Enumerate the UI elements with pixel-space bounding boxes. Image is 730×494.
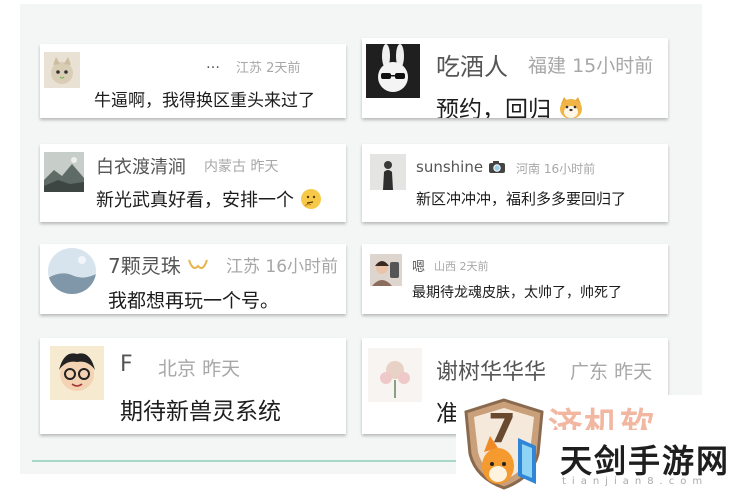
commenter-name[interactable]: 吃酒人 [436, 53, 508, 81]
comment-text: 我都想再玩一个号。 [108, 290, 280, 312]
comment-location: 河南 [516, 162, 541, 176]
shiba-emoji-icon [558, 96, 584, 118]
comment-text: 预约，回归 [436, 97, 551, 118]
comment-text: 新光武真好看，安排一个 [96, 190, 294, 211]
comment-time: 2天前 [266, 61, 301, 76]
comment-card[interactable]: sunshine 河南 16小时前 新区冲冲冲，福利多多要回归了 [362, 144, 668, 222]
ribbon-icon [187, 255, 209, 271]
comment-text: 牛逼啊，我得换区重头来过了 [94, 91, 315, 111]
comment-location: 北京 [158, 358, 197, 380]
landscape-avatar-icon[interactable] [44, 152, 84, 192]
comment-time: 昨天 [250, 159, 279, 175]
divider [32, 460, 462, 462]
comment-text-row: 新光武真好看，安排一个 [96, 186, 322, 212]
comment-time: 昨天 [614, 361, 653, 383]
comment-card[interactable]: 白衣渡清涧 内蒙古 昨天 新光武真好看，安排一个 [40, 144, 346, 222]
thinking-emoji-icon [300, 188, 322, 210]
commenter-name[interactable]: F [120, 352, 133, 377]
commenter-name[interactable]: 白衣渡清涧 [96, 157, 186, 178]
comment-text: 新区冲冲冲，福利多多要回归了 [416, 190, 627, 208]
comment-time: 15小时前 [572, 55, 654, 77]
comment-location: 江苏 [236, 61, 263, 76]
comment-card[interactable]: … 江苏 2天前 牛逼啊，我得换区重头来过了 [40, 44, 346, 118]
comment-card[interactable]: F 北京 昨天 期待新兽灵系统 [40, 338, 346, 434]
rabbit-sunglasses-avatar-icon[interactable] [366, 44, 420, 98]
comment-location: 广东 [570, 361, 609, 383]
fox-mascot-icon [478, 432, 550, 490]
commenter-name[interactable]: sunshine [416, 158, 483, 176]
comment-time: 16小时前 [265, 257, 339, 277]
comment-location: 福建 [528, 55, 567, 77]
comment-text-row: 预约，回归 [436, 90, 584, 118]
comment-location: 山西 [434, 260, 456, 273]
commenter-name[interactable]: 谢树华华华 [436, 360, 546, 385]
commenter-name[interactable]: 7颗灵珠 [108, 254, 181, 278]
comment-location: 内蒙古 [204, 159, 246, 175]
comment-text: 期待新兽灵系统 [120, 399, 281, 425]
watermark-url: tianjian8.com [562, 476, 709, 487]
comment-text: 最期待龙魂皮肤，太帅了，帅死了 [412, 285, 622, 301]
commenter-name[interactable]: … [206, 56, 220, 72]
comment-time: 16小时前 [543, 162, 596, 176]
person-avatar-icon[interactable] [370, 154, 406, 190]
commenter-name[interactable]: 嗯 [412, 260, 425, 275]
comment-card[interactable]: 7颗灵珠 江苏 16小时前 我都想再玩一个号。 [40, 244, 346, 314]
sky-avatar-icon[interactable] [48, 248, 96, 294]
watermark-top-text: 济机软 [548, 406, 656, 430]
comment-time: 昨天 [202, 358, 241, 380]
comment-card[interactable]: 吃酒人 福建 15小时前 预约，回归 [362, 38, 668, 118]
cat-avatar-icon[interactable] [44, 52, 80, 88]
comment-location: 江苏 [226, 257, 260, 277]
comment-card[interactable]: 嗯 山西 2天前 最期待龙魂皮肤，太帅了，帅死了 [362, 244, 668, 314]
selfie-avatar-icon[interactable] [370, 254, 402, 286]
cartoon-boy-avatar-icon[interactable] [50, 346, 104, 400]
flower-avatar-icon[interactable] [368, 348, 422, 402]
camera-icon [488, 160, 506, 174]
comment-time: 2天前 [459, 260, 489, 273]
